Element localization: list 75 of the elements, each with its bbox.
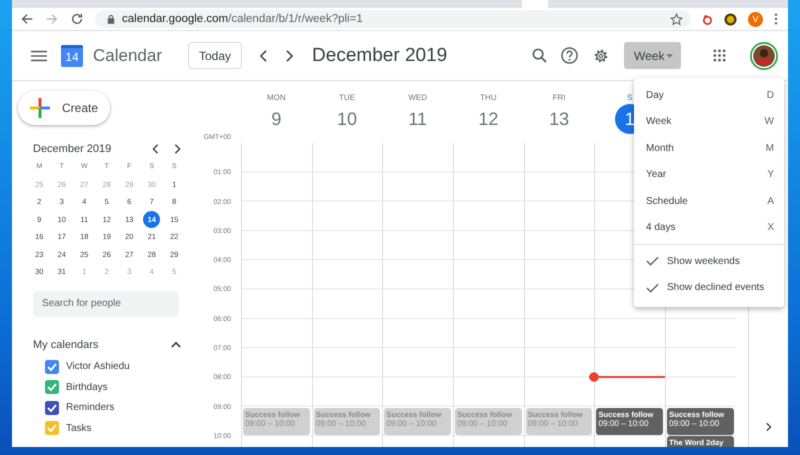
calendar-name: Tasks (66, 422, 92, 434)
checkbox[interactable] (45, 380, 59, 394)
day-number[interactable]: 10 (332, 104, 362, 134)
event-time: 09:00 – 10:00 (598, 418, 650, 428)
apps-icon[interactable] (713, 49, 726, 62)
menu-label: Month (646, 142, 674, 154)
calendar-name: Victor Ashiedu (66, 361, 130, 372)
address-bar[interactable]: calendar.google.com/calendar/b/1/r/week?pli=1 (95, 10, 691, 28)
menu-label: Schedule (646, 196, 688, 207)
weekday-label: TUE (339, 93, 356, 102)
day-number[interactable]: 9 (261, 104, 292, 134)
collapse-icon[interactable] (171, 341, 181, 348)
event-time: 09:00 – 10:00 (669, 418, 720, 428)
calendar-name: Birthdays (66, 382, 108, 393)
account-avatar[interactable] (750, 42, 778, 70)
next-icon[interactable] (174, 144, 181, 154)
shortcut-label: X (767, 222, 774, 234)
shortcut-label: W (764, 116, 774, 128)
event-time: 09:00 – 10:00 (386, 418, 438, 428)
event-time: 09:00 – 10:00 (316, 418, 367, 428)
help-icon[interactable] (561, 47, 578, 64)
menu-option[interactable]: Show declined events (634, 274, 784, 301)
calendar-logo-icon: 14 (61, 44, 83, 66)
menu-label: Show weekends (667, 256, 740, 267)
menu-option[interactable]: Show weekends (634, 248, 784, 274)
more-icon[interactable] (774, 13, 778, 25)
month-title: December 2019 (33, 143, 112, 155)
weekday-label: MON (267, 93, 286, 102)
day-number[interactable]: 13 (544, 104, 574, 134)
next-icon[interactable] (285, 50, 294, 62)
settings-icon[interactable] (592, 46, 610, 64)
shortcut-label: D (766, 90, 774, 101)
menu-label: 4 days (646, 222, 676, 234)
event-time: 09:00 – 10:00 (528, 418, 579, 428)
day-number[interactable]: 11 (402, 104, 433, 134)
menu-label: Year (646, 169, 666, 180)
back-icon[interactable] (20, 12, 34, 26)
previous-icon[interactable] (259, 50, 268, 62)
app-title: Calendar (93, 46, 163, 66)
expand-panel-icon[interactable] (766, 422, 772, 432)
menu-item[interactable]: Year Y (634, 162, 784, 188)
star-icon[interactable] (670, 12, 683, 26)
checkbox[interactable] (45, 400, 59, 415)
day-number[interactable]: 12 (473, 104, 504, 134)
create-button[interactable]: Create (18, 91, 110, 125)
extension-icon[interactable] (724, 12, 737, 26)
section-title: My calendars (33, 338, 100, 350)
shortcut-label: A (767, 196, 774, 207)
menu-item[interactable]: Schedule A (634, 188, 784, 214)
menu-item[interactable]: 4 days X (634, 214, 784, 241)
calendar-name: Reminders (66, 402, 114, 414)
period-title: December 2019 (312, 44, 448, 66)
shortcut-label: M (766, 142, 774, 154)
reload-icon[interactable] (70, 12, 84, 26)
previous-icon[interactable] (152, 144, 159, 154)
menu-label: Week (646, 116, 672, 128)
menu-icon[interactable] (31, 50, 47, 62)
menu-item[interactable]: Month M (634, 135, 784, 162)
menu-label: Day (646, 90, 664, 101)
shortcut-label: Y (767, 169, 774, 180)
plus-icon (30, 98, 50, 118)
view-dropdown[interactable]: Week (624, 42, 681, 69)
event-time: 09:00 – 10:00 (245, 418, 296, 428)
search-field[interactable]: Search for people (33, 290, 179, 316)
weekday-label: S (627, 93, 632, 102)
caret-icon (666, 54, 673, 58)
checkbox[interactable] (45, 360, 59, 374)
lock-icon (107, 14, 115, 24)
today-button[interactable]: Today (188, 42, 242, 69)
search-icon[interactable] (532, 48, 547, 63)
weekday-label: WED (408, 93, 428, 102)
event-time: 09:00 – 10:00 (457, 418, 508, 428)
weekday-label: FRI (552, 93, 566, 102)
weekday-label: THU (480, 93, 497, 102)
menu-label: Show declined events (667, 282, 764, 294)
